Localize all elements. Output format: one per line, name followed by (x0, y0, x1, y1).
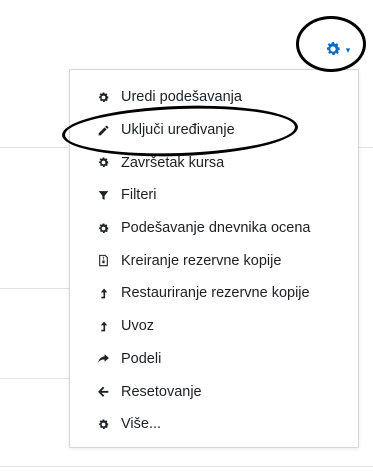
menu-item-label: Podešavanje dnevnika ocena (121, 220, 311, 237)
menu-item-label: Završetak kursa (121, 154, 225, 171)
file-archive-icon (96, 254, 110, 268)
menu-item-label: Kreiranje rezervne kopije (121, 252, 282, 269)
divider (0, 466, 373, 467)
gear-icon (326, 42, 340, 56)
menu-item-label: Više... (121, 416, 162, 433)
arrow-left-icon (96, 385, 110, 399)
menu-item-label: Podeli (121, 350, 162, 367)
menu-item-reset[interactable]: Resetovanje (70, 375, 358, 408)
menu-item-course-completion[interactable]: Završetak kursa (70, 146, 358, 179)
menu-list: Uredi podešavanja Uključi uređivanje Zav… (70, 70, 358, 441)
settings-menu-toggle[interactable]: ▾ (314, 34, 360, 64)
level-up-icon (96, 286, 110, 300)
menu-item-label: Uključi uređivanje (121, 122, 235, 139)
pencil-icon (96, 123, 110, 137)
settings-dropdown-menu: Uredi podešavanja Uključi uređivanje Zav… (69, 69, 359, 448)
share-icon (96, 352, 110, 366)
menu-item-turn-editing-on[interactable]: Uključi uređivanje (70, 114, 358, 147)
menu-item-more[interactable]: Više... (70, 408, 358, 441)
level-up-icon (96, 319, 110, 333)
menu-item-label: Filteri (121, 187, 157, 204)
menu-item-restore[interactable]: Restauriranje rezervne kopije (70, 277, 358, 310)
divider (359, 147, 373, 148)
menu-item-backup[interactable]: Kreiranje rezervne kopije (70, 244, 358, 277)
menu-item-label: Uredi podešavanja (121, 89, 242, 106)
gear-icon (96, 417, 110, 431)
menu-item-gradebook-setup[interactable]: Podešavanje dnevnika ocena (70, 212, 358, 245)
menu-item-label: Uvoz (121, 318, 155, 335)
divider (0, 288, 69, 289)
menu-item-filters[interactable]: Filteri (70, 179, 358, 212)
menu-item-import[interactable]: Uvoz (70, 310, 358, 343)
filter-icon (96, 188, 110, 202)
gear-icon (96, 156, 110, 170)
chevron-down-icon: ▾ (345, 44, 351, 55)
gear-icon (96, 90, 110, 104)
menu-item-edit-settings[interactable]: Uredi podešavanja (70, 81, 358, 114)
menu-item-share[interactable]: Podeli (70, 343, 358, 376)
menu-item-label: Resetovanje (121, 383, 202, 400)
menu-item-label: Restauriranje rezervne kopije (121, 285, 310, 302)
divider (0, 147, 69, 148)
gear-icon (96, 221, 110, 235)
divider (0, 378, 69, 379)
